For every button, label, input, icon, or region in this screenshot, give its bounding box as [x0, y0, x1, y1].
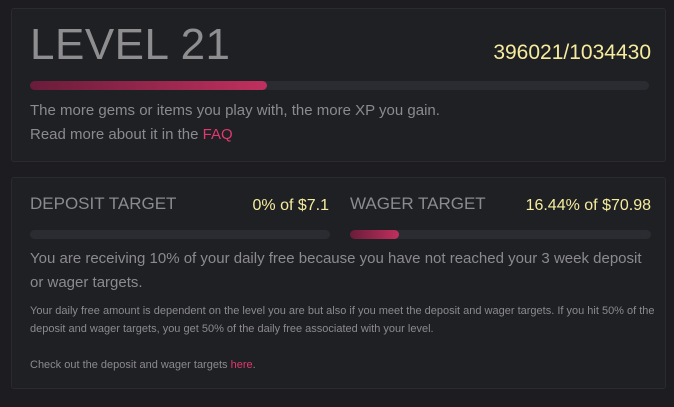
- level-title: LEVEL 21: [30, 20, 231, 69]
- targets-here-link[interactable]: here: [231, 359, 253, 371]
- deposit-target-label: DEPOSIT TARGET: [30, 194, 177, 213]
- daily-free-status-text: You are receiving 10% of your daily free…: [30, 250, 642, 291]
- level-panel: LEVEL 21 396021/1034430 The more gems or…: [11, 8, 666, 162]
- targets-panel: DEPOSIT TARGET 0% of $7.1 WAGER TARGET 1…: [11, 177, 666, 389]
- xp-progress-fill: [30, 81, 267, 90]
- xp-progress-bar: [30, 81, 649, 90]
- xp-hint-text: The more gems or items you play with, th…: [30, 102, 440, 119]
- targets-link-prefix: Check out the deposit and wager targets: [30, 359, 231, 371]
- faq-link[interactable]: FAQ: [203, 126, 233, 143]
- deposit-target-value: 0% of $7.1: [252, 197, 330, 214]
- deposit-progress-bar: [30, 230, 330, 239]
- wager-target-label: WAGER TARGET: [350, 194, 486, 213]
- faq-hint-text: Read more about it in the FAQ: [30, 127, 233, 142]
- wager-progress-bar: [350, 230, 651, 239]
- faq-hint-prefix: Read more about it in the: [30, 126, 203, 143]
- wager-progress-fill: [350, 230, 400, 239]
- xp-count: 396021/1034430: [493, 41, 651, 64]
- targets-link-text: Check out the deposit and wager targets …: [30, 356, 655, 374]
- targets-link-suffix: .: [252, 359, 256, 371]
- wager-target-value: 16.44% of $70.98: [525, 197, 651, 214]
- daily-free-info-text: Your daily free amount is dependent on t…: [30, 305, 655, 335]
